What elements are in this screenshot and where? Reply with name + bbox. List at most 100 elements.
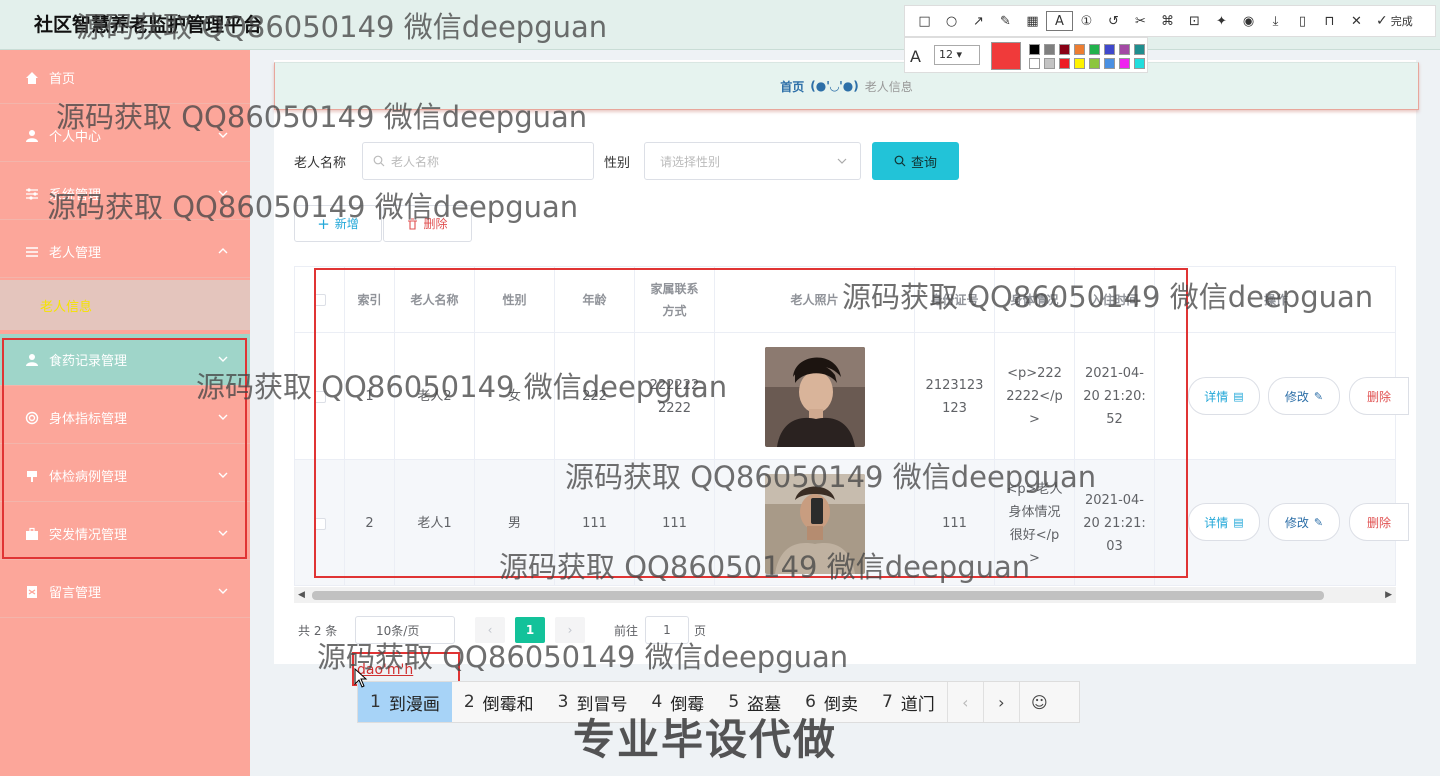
color-swatch[interactable] (1074, 58, 1085, 69)
horizontal-scrollbar[interactable]: ◀ ▶ (294, 587, 1396, 603)
ime-candidate[interactable]: 5 盗墓 (716, 682, 793, 722)
arrow-tool-icon[interactable]: ↗ (965, 11, 992, 31)
ime-candidate[interactable]: 1 到漫画 (358, 682, 452, 722)
ime-candidate-text: 盗墓 (747, 694, 782, 715)
color-swatch[interactable] (1134, 44, 1145, 55)
sidebar-item-system[interactable]: 系统管理 (0, 168, 250, 220)
detail-button[interactable]: 详情 ▤ (1188, 503, 1260, 541)
page-number-current[interactable]: 1 (515, 617, 545, 643)
pen-tool-icon[interactable]: ✎ (992, 11, 1019, 31)
mosaic-tool-icon[interactable]: ▦ (1019, 11, 1046, 31)
elderly-photo[interactable] (764, 346, 865, 447)
checkin-time-cell: 2021-04-20 21:20:52 (1075, 333, 1155, 460)
color-swatch[interactable] (1119, 58, 1130, 69)
scrollbar-thumb[interactable] (312, 591, 1324, 600)
color-swatch[interactable] (1074, 44, 1085, 55)
color-swatch[interactable] (1029, 44, 1040, 55)
translate-icon[interactable]: ⌘ (1154, 11, 1181, 31)
rectangle-tool-icon[interactable]: □ (911, 11, 938, 31)
font-size-select[interactable]: 12 ▾ (934, 45, 980, 65)
color-swatch[interactable] (1134, 58, 1145, 69)
number-tool-icon[interactable]: ① (1073, 11, 1100, 31)
color-swatch[interactable] (1044, 58, 1055, 69)
ime-candidate-number: 2 (463, 692, 475, 712)
pin-icon[interactable]: ✦ (1208, 11, 1235, 31)
row-checkbox[interactable] (313, 517, 326, 530)
elderly-photo[interactable] (764, 473, 865, 574)
breadcrumb-current: 老人信息 (864, 79, 913, 94)
page-suffix: 页 (694, 624, 707, 638)
color-swatch[interactable] (1104, 44, 1115, 55)
name-cell: 老人2 (395, 333, 475, 460)
color-swatch[interactable] (1119, 44, 1130, 55)
gender-select[interactable]: 请选择性别 (644, 142, 861, 180)
row-checkbox[interactable] (313, 390, 326, 403)
next-page-button[interactable]: › (555, 617, 585, 643)
delete-button[interactable]: 删除 (1349, 503, 1409, 541)
download-icon[interactable]: ⤓ (1262, 11, 1289, 31)
ime-candidate-text: 道门 (900, 694, 935, 715)
undo-icon[interactable]: ↺ (1100, 11, 1127, 31)
ime-emoji-button[interactable]: ☺ (1018, 682, 1059, 722)
scroll-right-icon[interactable]: ▶ (1385, 590, 1392, 600)
ime-candidate[interactable]: 7 道门 (870, 682, 947, 722)
query-button[interactable]: 查询 (872, 142, 959, 180)
ime-candidate[interactable]: 6 倒卖 (793, 682, 870, 722)
color-swatch[interactable] (1029, 58, 1040, 69)
ellipse-tool-icon[interactable]: ○ (938, 11, 965, 31)
batch-delete-button[interactable]: 删除 (383, 205, 472, 242)
delete-button[interactable]: 删除 (1349, 377, 1409, 415)
document-icon: ▤ (1233, 389, 1244, 403)
color-swatch[interactable] (1104, 58, 1115, 69)
crop-icon[interactable]: ✂ (1127, 11, 1154, 31)
ime-candidate-number: 1 (370, 692, 381, 712)
color-swatch[interactable] (1059, 44, 1070, 55)
color-swatch[interactable] (1089, 44, 1100, 55)
edit-button[interactable]: 修改 ✎ (1268, 377, 1340, 415)
ime-prev-page[interactable]: ‹ (946, 682, 983, 722)
record-icon[interactable]: ◉ (1235, 11, 1262, 31)
plus-icon: + (317, 214, 330, 233)
ime-candidate-number: 6 (805, 692, 816, 712)
prev-page-button[interactable]: ‹ (475, 617, 505, 643)
column-header: 入住时间 (1075, 267, 1155, 333)
done-button[interactable]: ✓ 完成 (1376, 13, 1413, 29)
ime-next-page[interactable]: › (982, 682, 1019, 722)
ime-candidate[interactable]: 2 倒霉和 (452, 682, 546, 722)
ime-candidate[interactable]: 4 倒霉 (639, 682, 716, 722)
sidebar-item-messages[interactable]: 留言管理 (0, 566, 250, 618)
breadcrumb-home[interactable]: 首页 (780, 78, 804, 95)
bookmark-icon[interactable]: ⊓ (1316, 11, 1343, 31)
color-swatch[interactable] (1089, 58, 1100, 69)
color-swatch[interactable] (1044, 44, 1055, 55)
detail-button[interactable]: 详情 ▤ (1188, 377, 1260, 415)
ocr-icon[interactable]: ⊡ (1181, 11, 1208, 31)
sidebar-item-body-indicators[interactable]: 身体指标管理 (0, 392, 250, 444)
add-button[interactable]: + 新增 (294, 205, 382, 242)
phone-icon[interactable]: ▯ (1289, 11, 1316, 31)
gender-cell: 男 (475, 460, 555, 585)
ime-candidate[interactable]: 3 到冒号 (546, 682, 640, 722)
select-all-checkbox[interactable] (313, 293, 326, 306)
current-color-swatch[interactable] (991, 42, 1021, 70)
name-search-input[interactable]: 老人名称 (362, 142, 594, 180)
select-all-header (295, 267, 345, 333)
sidebar-item-food-medicine[interactable]: 食药记录管理 (0, 334, 250, 386)
sidebar-item-profile[interactable]: 个人中心 (0, 110, 250, 162)
chevron-down-icon (218, 132, 228, 138)
query-button-label: 查询 (910, 155, 937, 171)
gender-label: 性别 (604, 156, 631, 171)
scroll-left-icon[interactable]: ◀ (298, 590, 305, 600)
sidebar-item-elderly-management[interactable]: 老人管理 (0, 226, 250, 278)
chevron-down-icon (218, 414, 228, 420)
sidebar-item-home[interactable]: 首页 (0, 52, 250, 104)
color-swatch[interactable] (1059, 58, 1070, 69)
page-size-select[interactable]: 10条/页 (355, 616, 455, 644)
sidebar-item-emergency[interactable]: 突发情况管理 (0, 508, 250, 560)
edit-button[interactable]: 修改 ✎ (1268, 503, 1340, 541)
text-tool-icon[interactable]: A (1046, 11, 1073, 31)
close-icon[interactable]: ✕ (1343, 11, 1370, 31)
sidebar-item-medical-exam[interactable]: 体检病例管理 (0, 450, 250, 502)
goto-page-input[interactable]: 1 (645, 616, 689, 644)
sidebar-subitem-elderly-info[interactable]: 老人信息 (0, 280, 250, 330)
